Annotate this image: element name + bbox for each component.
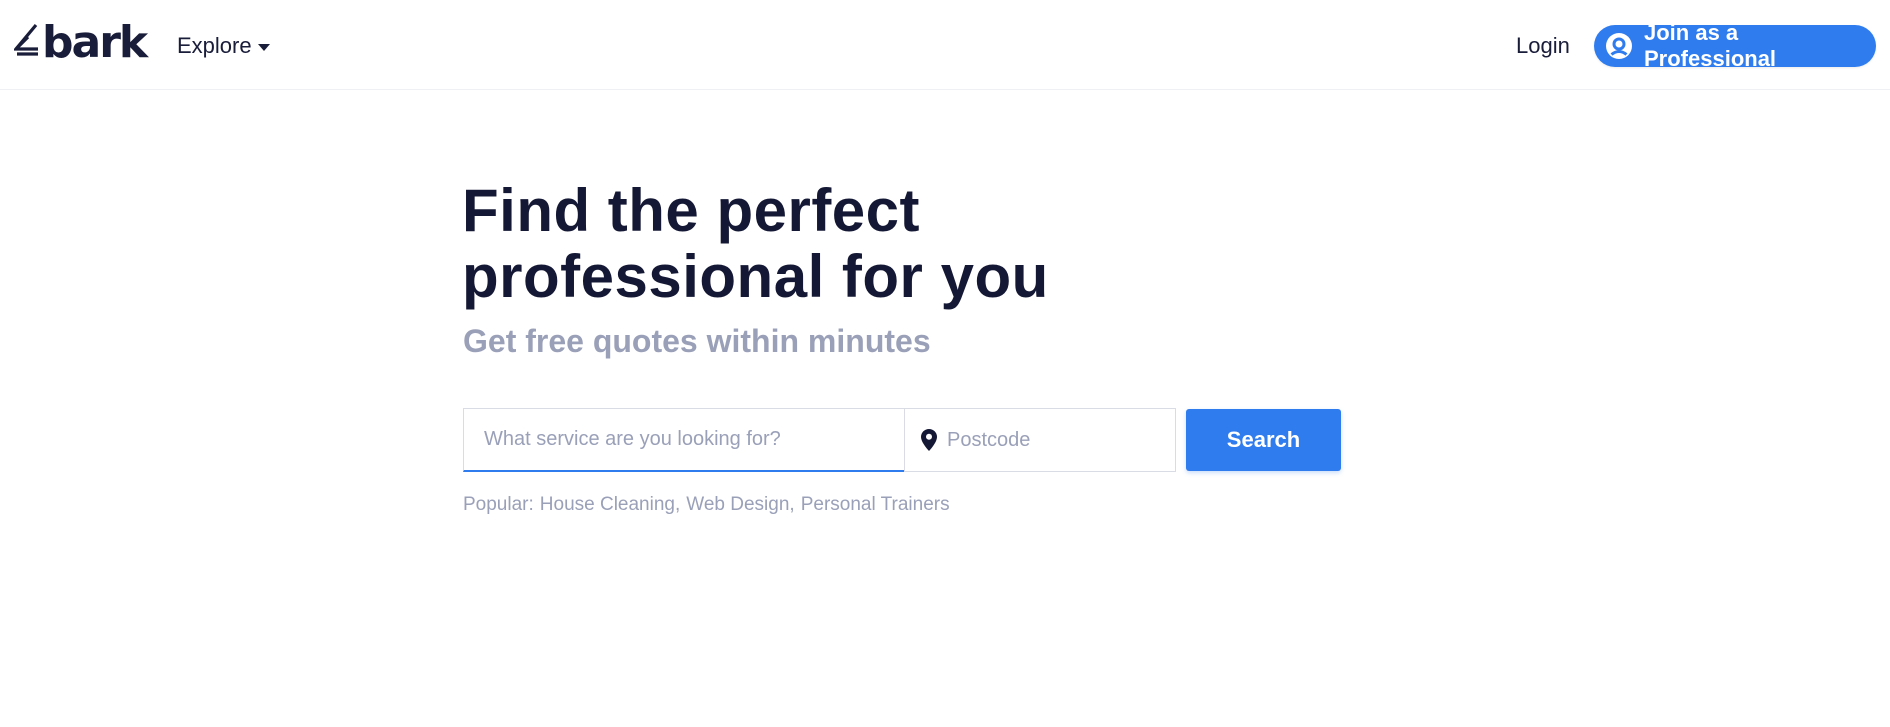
explore-label: Explore	[177, 33, 252, 58]
popular-link-personal-trainers[interactable]: Personal Trainers	[801, 494, 950, 516]
join-button-label: Join as a Professional	[1644, 20, 1777, 71]
service-search-input[interactable]	[464, 409, 904, 470]
join-as-professional-button[interactable]: Join as a Professional	[1594, 20, 1876, 71]
service-field	[463, 408, 905, 472]
page-subheadline: Get free quotes within minutes	[463, 323, 931, 359]
caret-down-icon	[257, 43, 270, 51]
page-headline: Find the perfect professional for you	[462, 178, 1162, 310]
explore-menu[interactable]: Explore	[177, 33, 270, 59]
search-button[interactable]: Search	[1186, 409, 1341, 471]
popular-link-house-cleaning[interactable]: House Cleaning	[540, 494, 675, 516]
postcode-input[interactable]	[947, 409, 1218, 471]
logo-wordmark: bark	[42, 17, 148, 68]
bark-logo[interactable]: bark	[14, 17, 148, 68]
user-circle-icon	[1606, 33, 1632, 59]
popular-label: Popular:	[463, 494, 534, 515]
map-pin-icon	[921, 429, 937, 451]
site-header: bark Explore Login Join as a Professiona…	[0, 0, 1890, 90]
popular-services: Popular: House Cleaning, Web Design, Per…	[463, 494, 950, 516]
postcode-field	[904, 408, 1218, 472]
login-link[interactable]: Login	[1516, 33, 1570, 59]
bark-logo-mark-icon	[14, 23, 38, 56]
headline-line-2: professional for you	[462, 243, 1049, 310]
headline-line-1: Find the perfect	[462, 177, 921, 244]
popular-link-web-design[interactable]: Web Design	[686, 494, 789, 516]
